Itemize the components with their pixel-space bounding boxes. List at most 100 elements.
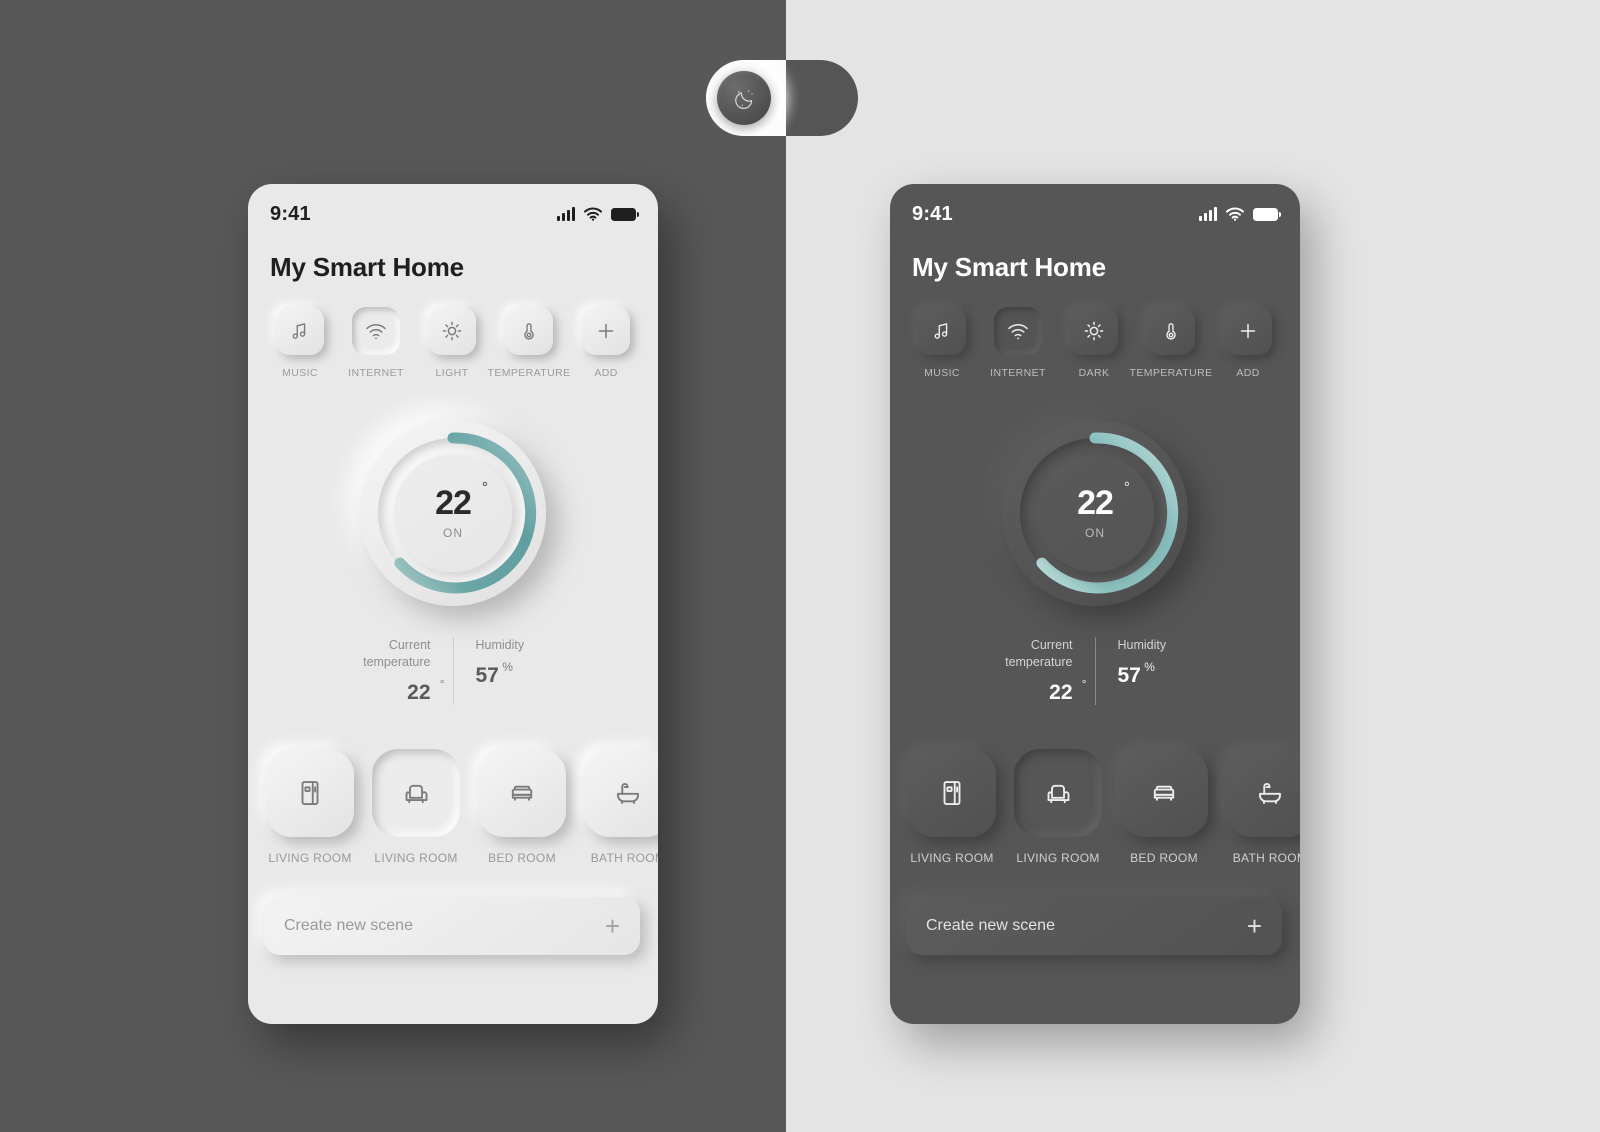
- thermostat-dial-area: 22 ° ON: [890, 393, 1300, 633]
- room-label: LIVING ROOM: [1016, 850, 1100, 865]
- sofa-bed-icon: [1153, 785, 1175, 801]
- quick-action-label: INTERNET: [990, 367, 1046, 379]
- toggle-track-right: [786, 60, 858, 136]
- battery-icon: [611, 208, 639, 221]
- stat-current-temperature: Current temperature 22 °: [975, 637, 1095, 705]
- stat-unit: %: [502, 659, 513, 674]
- stat-unit: °: [1081, 676, 1087, 691]
- room-card-living-room-armchair[interactable]: LIVING ROOM: [372, 748, 460, 865]
- room-card-bed-room[interactable]: BED ROOM: [1120, 748, 1208, 865]
- create-scene-bar[interactable]: Create new scene +: [264, 896, 640, 955]
- quick-action-temperature[interactable]: TEMPERATURE: [1129, 307, 1213, 379]
- dial-state: ON: [1085, 526, 1105, 540]
- quick-action-music[interactable]: MUSIC: [904, 307, 980, 379]
- moon-stars-icon: [735, 90, 753, 109]
- thermometer-icon: [524, 323, 534, 340]
- stats-row: Current temperature 22 ° Humidity 57%: [248, 637, 658, 705]
- stat-label: Humidity: [475, 638, 525, 652]
- stat-humidity: Humidity 57%: [454, 637, 574, 705]
- stat-unit: °: [439, 676, 445, 691]
- thermometer-icon: [1166, 323, 1176, 340]
- create-scene-input[interactable]: Create new scene: [926, 917, 1055, 935]
- dial-temperature: 22 °: [1077, 479, 1130, 522]
- bathtub-icon: [1259, 782, 1281, 804]
- dial-state: ON: [443, 526, 463, 540]
- dial-readout: 22 ° ON: [394, 454, 512, 572]
- thermostat-dial-area: 22 ° ON: [248, 393, 658, 633]
- room-label: LIVING ROOM: [910, 850, 994, 865]
- battery-icon: [1253, 208, 1281, 221]
- room-label: BED ROOM: [488, 850, 556, 865]
- signal-bars-icon: [557, 207, 575, 221]
- dial-readout: 22 ° ON: [1036, 454, 1154, 572]
- quick-action-dark[interactable]: DARK: [1056, 307, 1132, 379]
- degree-symbol: °: [1123, 479, 1130, 496]
- wifi-icon: [1226, 207, 1244, 221]
- quick-action-add[interactable]: ADD: [1210, 307, 1286, 379]
- wifi-icon: [366, 324, 386, 340]
- stat-label: Humidity: [1117, 638, 1167, 652]
- quick-action-label: INTERNET: [348, 367, 404, 379]
- quick-action-add[interactable]: ADD: [568, 307, 644, 379]
- plus-icon: [598, 323, 614, 339]
- status-bar: 9:41: [248, 184, 658, 228]
- plus-icon: [1240, 323, 1256, 339]
- quick-action-temperature[interactable]: TEMPERATURE: [487, 307, 571, 379]
- rooms-row: LIVING ROOM LIVING ROOM BED ROOM BATH RO…: [248, 748, 658, 865]
- sun-icon: [1084, 321, 1104, 341]
- refrigerator-icon: [943, 780, 961, 805]
- quick-action-label: ADD: [594, 367, 618, 379]
- quick-actions-row: MUSIC INTERNET DARK TEMPERATURE ADD: [890, 283, 1300, 379]
- quick-action-label: MUSIC: [282, 367, 318, 379]
- room-card-bath-room[interactable]: BATH ROOM: [584, 748, 658, 865]
- stat-value: 57%: [475, 659, 513, 687]
- plus-icon[interactable]: +: [1247, 913, 1262, 939]
- room-card-bed-room[interactable]: BED ROOM: [478, 748, 566, 865]
- quick-action-music[interactable]: MUSIC: [262, 307, 338, 379]
- quick-actions-row: MUSIC INTERNET LIGHT TEMPERATURE ADD: [248, 283, 658, 379]
- stat-value: 57%: [1117, 659, 1155, 687]
- music-note-icon: [934, 323, 948, 339]
- room-card-living-room-fridge[interactable]: LIVING ROOM: [908, 748, 996, 865]
- room-label: LIVING ROOM: [374, 850, 458, 865]
- room-label: BED ROOM: [1130, 850, 1198, 865]
- quick-action-label: TEMPERATURE: [1129, 367, 1213, 379]
- stats-row: Current temperature 22 ° Humidity 57%: [890, 637, 1300, 705]
- room-label: LIVING ROOM: [268, 850, 352, 865]
- create-scene-bar[interactable]: Create new scene +: [906, 896, 1282, 955]
- sofa-bed-icon: [511, 785, 533, 801]
- sun-icon: [442, 321, 462, 341]
- toggle-knob[interactable]: [717, 71, 771, 125]
- page-title: My Smart Home: [912, 252, 1106, 282]
- create-scene-area: Create new scene +: [248, 896, 658, 955]
- stat-label: Current temperature: [1005, 638, 1073, 669]
- quick-action-internet[interactable]: INTERNET: [338, 307, 414, 379]
- room-card-living-room-fridge[interactable]: LIVING ROOM: [266, 748, 354, 865]
- quick-action-internet[interactable]: INTERNET: [980, 307, 1056, 379]
- plus-icon[interactable]: +: [605, 913, 620, 939]
- status-bar: 9:41: [890, 184, 1300, 228]
- stat-current-temperature: Current temperature 22 °: [333, 637, 453, 705]
- stat-label: Current temperature: [363, 638, 431, 669]
- armchair-icon: [1047, 784, 1070, 803]
- quick-action-label: TEMPERATURE: [487, 367, 571, 379]
- signal-bars-icon: [1199, 207, 1217, 221]
- room-card-living-room-armchair[interactable]: LIVING ROOM: [1014, 748, 1102, 865]
- create-scene-input[interactable]: Create new scene: [284, 917, 413, 935]
- phone-light-theme: 9:41 My Smart Home MUSIC INTERNET LIGHT …: [248, 184, 658, 1024]
- bathtub-icon: [617, 782, 639, 804]
- music-note-icon: [292, 323, 306, 339]
- stat-value: 22 °: [1049, 676, 1087, 704]
- rooms-row: LIVING ROOM LIVING ROOM BED ROOM BATH RO…: [890, 748, 1300, 865]
- thermostat-dial[interactable]: 22 ° ON: [360, 420, 546, 606]
- page-title: My Smart Home: [270, 252, 464, 282]
- create-scene-area: Create new scene +: [890, 896, 1300, 955]
- quick-action-label: LIGHT: [435, 367, 469, 379]
- thermostat-dial[interactable]: 22 ° ON: [1002, 420, 1188, 606]
- degree-symbol: °: [481, 479, 488, 496]
- room-card-bath-room[interactable]: BATH ROOM: [1226, 748, 1300, 865]
- dark-mode-toggle[interactable]: [706, 60, 858, 136]
- quick-action-label: MUSIC: [924, 367, 960, 379]
- room-label: BATH ROOM: [1232, 850, 1300, 865]
- quick-action-light[interactable]: LIGHT: [414, 307, 490, 379]
